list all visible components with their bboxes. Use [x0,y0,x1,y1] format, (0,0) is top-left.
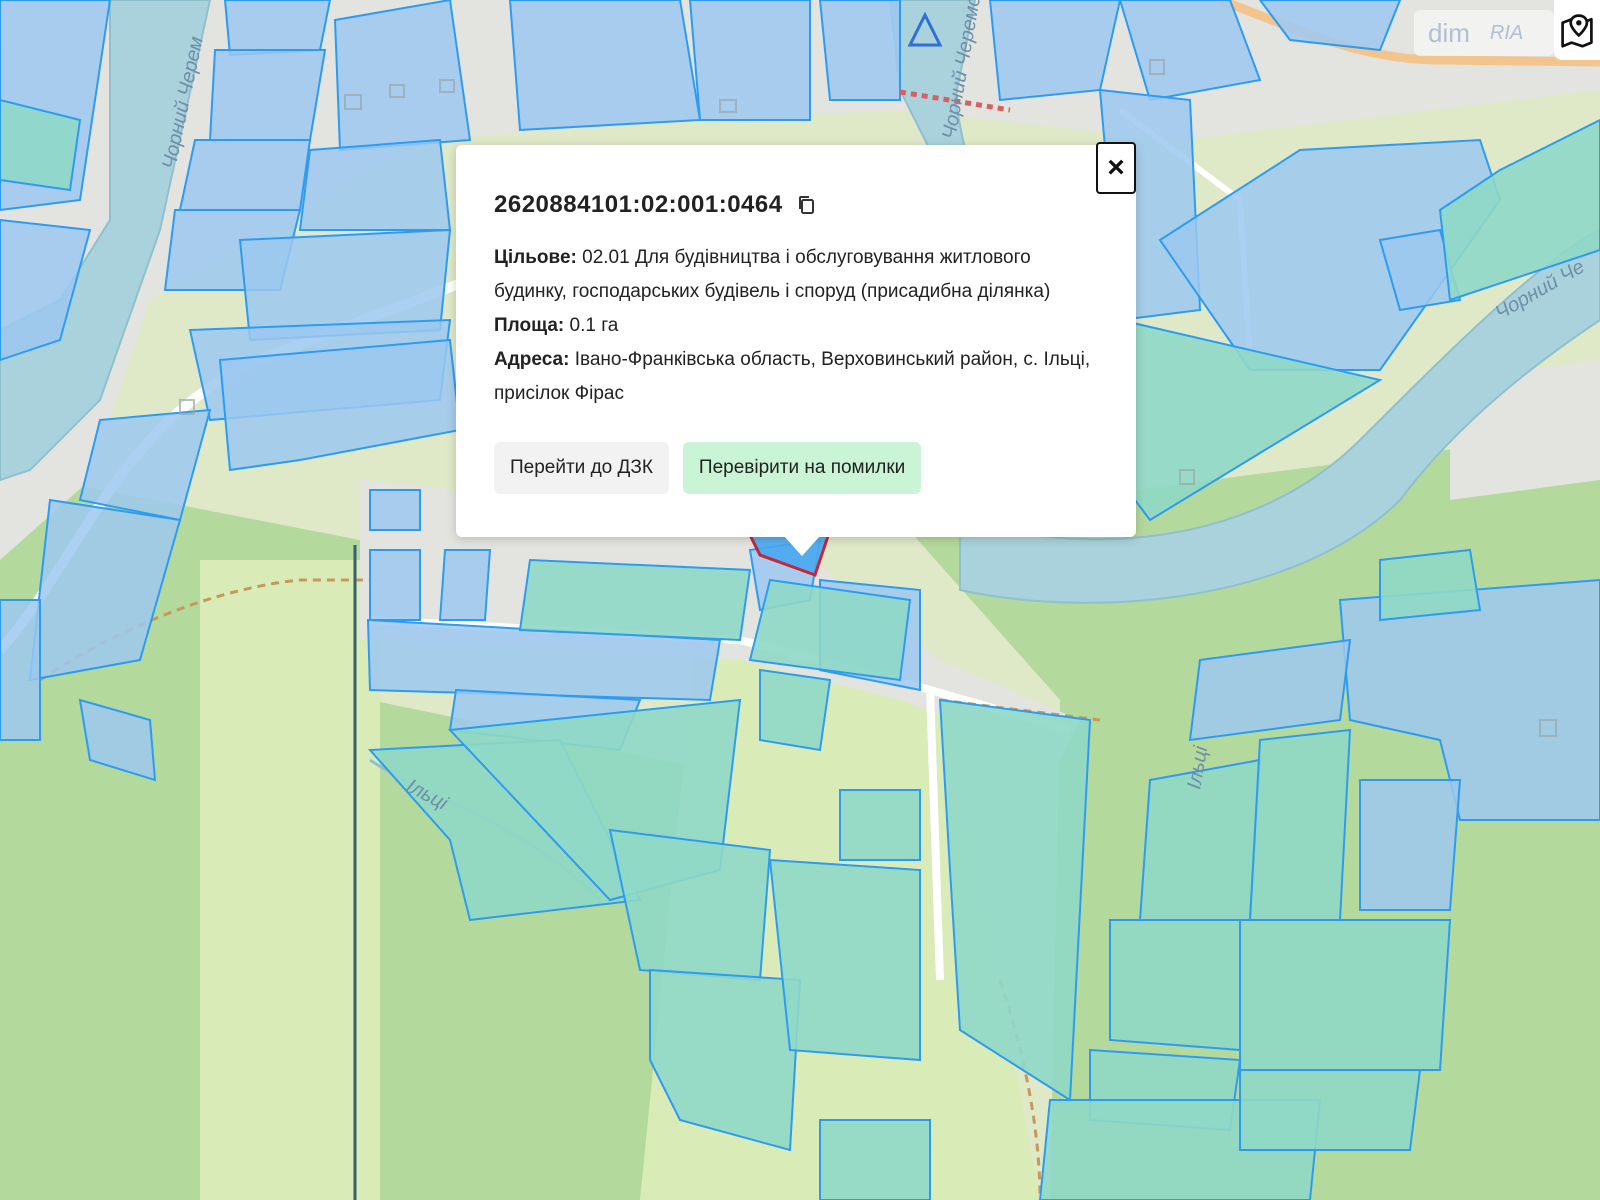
watermark-text: dim [1428,17,1470,48]
parcel[interactable] [208,49,327,141]
parcel[interactable] [333,0,472,152]
area-label: Площа: [494,315,565,336]
copy-icon[interactable] [797,195,815,215]
go-to-dzk-button[interactable]: Перейти до ДЗК [494,442,669,494]
parcel-info-popup: 2620884101:02:001:0464 Цільове: 02.01 Дл… [456,145,1136,537]
parcel[interactable] [518,558,752,642]
parcel[interactable] [759,668,832,752]
purpose-label: Цільове: [494,247,577,268]
parcel[interactable] [768,858,921,1062]
address-value: Івано-Франківська область, Верховинський… [494,349,1091,404]
parcel[interactable] [1239,919,1452,1071]
cadastral-number-heading: 2620884101:02:001:0464 [494,191,1100,219]
popup-pointer [784,536,820,556]
parcel[interactable] [1379,548,1482,622]
close-popup-button[interactable]: × [1096,142,1136,194]
watermark: dim RIA [1414,10,1554,56]
parcel[interactable] [178,139,312,211]
area-value: 0.1 га [569,315,619,336]
parcel[interactable] [819,1119,931,1200]
parcel[interactable] [839,789,921,861]
parcel[interactable] [0,599,41,741]
check-errors-button[interactable]: Перевірити на помилки [682,442,922,494]
watermark-text: RIA [1489,21,1524,44]
popup-actions: Перейти до ДЗК Перевірити на помилки [494,442,922,494]
parcel[interactable] [1248,728,1352,921]
map-pin-icon [1561,14,1593,48]
parcel[interactable] [223,0,332,57]
meadow-area [200,560,380,1200]
parcel[interactable] [988,0,1122,102]
parcel[interactable] [688,0,811,121]
purpose-value: 02.01 Для будівництва і обслуговування ж… [494,247,1051,302]
cadastral-number: 2620884101:02:001:0464 [494,191,783,218]
address-label: Адреса: [494,349,570,370]
map-layers-button[interactable] [1554,0,1600,60]
parcel[interactable] [438,549,492,621]
area-line: Площа: 0.1 га [494,309,1100,343]
parcel[interactable] [369,489,421,531]
parcel[interactable] [298,138,452,231]
parcel[interactable] [1109,919,1241,1052]
parcel[interactable] [818,0,901,101]
purpose-line: Цільове: 02.01 Для будівництва і обслуго… [494,241,1100,309]
parcel[interactable] [1359,779,1462,911]
parcel[interactable] [508,0,702,132]
parcel[interactable] [369,549,421,621]
address-line: Адреса: Івано-Франківська область, Верхо… [494,343,1100,411]
parcel[interactable] [1239,1069,1422,1151]
